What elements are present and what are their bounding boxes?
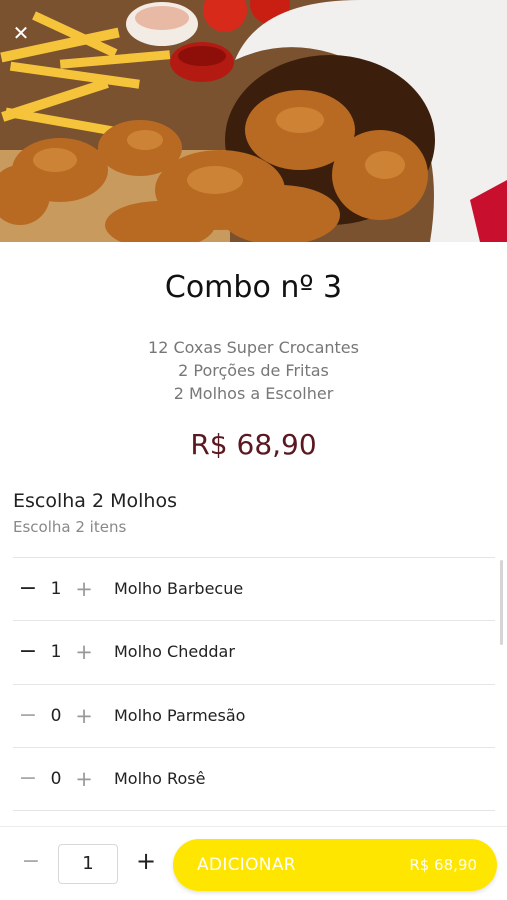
product-price: R$ 68,90 (190, 428, 317, 461)
option-label: Molho Rosê (114, 769, 206, 788)
quantity-field[interactable]: 1 (58, 844, 118, 884)
product-image: ✕ (0, 0, 507, 242)
option-decrement-button[interactable]: − (13, 703, 43, 728)
option-row-parmesao: − 0 + Molho Parmesão (13, 684, 495, 747)
close-icon: ✕ (12, 21, 30, 45)
divider (13, 810, 495, 811)
close-button[interactable]: ✕ (8, 20, 34, 46)
option-group-title: Escolha 2 Molhos (13, 490, 177, 512)
description-line: 2 Porções de Fritas (178, 361, 329, 380)
description-line: 12 Coxas Super Crocantes (148, 338, 359, 357)
fried-chicken-photo (0, 0, 507, 242)
description-line: 2 Molhos a Escolher (173, 384, 334, 403)
option-quantity: 1 (50, 578, 62, 599)
option-increment-button[interactable]: + (69, 577, 99, 601)
scrollbar[interactable] (500, 560, 503, 645)
add-button-label: ADICIONAR (197, 855, 296, 875)
option-label: Molho Cheddar (114, 642, 235, 661)
option-decrement-button[interactable]: − (13, 639, 43, 664)
option-increment-button[interactable]: + (69, 640, 99, 664)
product-title: Combo nº 3 (164, 270, 343, 305)
option-decrement-button[interactable]: − (13, 576, 43, 601)
option-row-cheddar: − 1 + Molho Cheddar (13, 620, 495, 683)
option-increment-button[interactable]: + (69, 767, 99, 791)
option-group-subtitle: Escolha 2 itens (13, 518, 127, 536)
quantity-increment-button[interactable]: + (133, 847, 159, 875)
option-label: Molho Parmesão (114, 706, 246, 725)
quantity-decrement-button[interactable]: − (18, 849, 44, 874)
add-button-price: R$ 68,90 (409, 856, 477, 874)
footer-bar: − 1 + ADICIONAR R$ 68,90 (0, 826, 507, 900)
option-increment-button[interactable]: + (69, 704, 99, 728)
option-quantity: 0 (50, 768, 62, 789)
option-quantity: 1 (50, 641, 62, 662)
option-label: Molho Barbecue (114, 579, 244, 598)
option-quantity: 0 (50, 705, 62, 726)
option-decrement-button[interactable]: − (13, 766, 43, 791)
option-row-rose: − 0 + Molho Rosê (13, 747, 495, 810)
product-description: 12 Coxas Super Crocantes 2 Porções de Fr… (0, 336, 507, 405)
add-to-cart-button[interactable]: ADICIONAR R$ 68,90 (173, 839, 497, 891)
option-row-barbecue: − 1 + Molho Barbecue (13, 557, 495, 620)
